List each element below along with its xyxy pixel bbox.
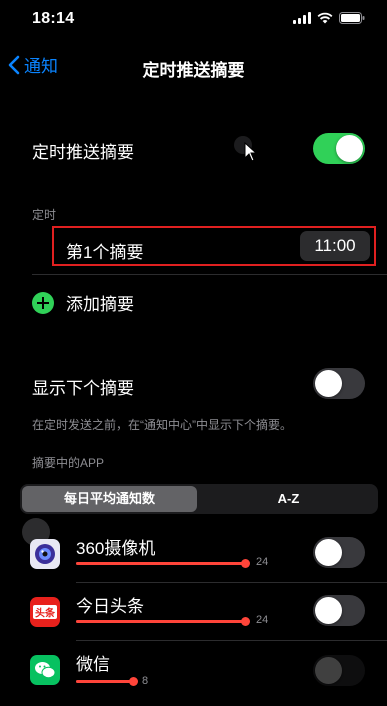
scheduled-summary-toggle[interactable] [313,133,365,164]
battery-icon [339,12,365,24]
summary-label: 第1个摘要 [66,243,144,262]
app-name: 今日头条 [76,597,144,616]
status-icons [293,12,365,24]
app-bar [76,677,138,686]
app-bar [76,617,250,626]
toutiao-app-icon: 头条 [30,597,60,627]
screen: 18:14 通知 定时推送摘要 定时推送摘要 定时 第1个摘要 11:00 添加… [0,0,387,706]
app-row: 头条 今日头条 24 [0,582,387,640]
add-summary-button[interactable]: 添加摘要 [32,290,134,315]
app-name: 微信 [76,655,110,674]
status-time: 18:14 [32,10,75,27]
nav-bar: 通知 定时推送摘要 [0,48,387,86]
plus-circle-icon [32,291,54,314]
app-row: 微信 8 [0,640,387,698]
wifi-icon [317,12,333,24]
cursor-icon [244,141,258,167]
summary-time-picker[interactable]: 11:00 [300,231,370,261]
segment-a-z[interactable]: A-Z [201,486,376,512]
sort-segmented-control: 每日平均通知数 A-Z [20,484,378,514]
app-toggle[interactable] [313,537,365,568]
segment-daily-average[interactable]: 每日平均通知数 [22,486,197,512]
app-toggle[interactable] [313,595,365,626]
app-bar [76,559,250,568]
schedule-section-label: 定时 [32,208,57,222]
add-summary-label: 添加摘要 [66,295,134,314]
apps-section-label: 摘要中的APP [32,456,105,470]
app-count: 24 [256,556,269,568]
app-count: 24 [256,614,269,626]
app-name: 360摄像机 [76,539,156,558]
page-title: 定时推送摘要 [142,61,245,80]
signal-icon [293,12,311,24]
show-next-toggle[interactable] [313,368,365,399]
status-bar: 18:14 [0,0,387,42]
svg-text:头条: 头条 [35,607,56,620]
show-next-label: 显示下个摘要 [32,379,134,398]
scheduled-summary-label: 定时推送摘要 [32,143,134,162]
app-toggle[interactable] [313,655,365,686]
wechat-app-icon [30,655,60,685]
summary-row-1[interactable]: 第1个摘要 11:00 [52,226,376,266]
app-count: 8 [142,675,149,687]
app-row: 360摄像机 24 [0,524,387,582]
show-next-description: 在定时发送之前，在“通知中心”中显示下个摘要。 [32,418,292,432]
divider [32,274,387,275]
camera-app-icon [30,539,60,569]
